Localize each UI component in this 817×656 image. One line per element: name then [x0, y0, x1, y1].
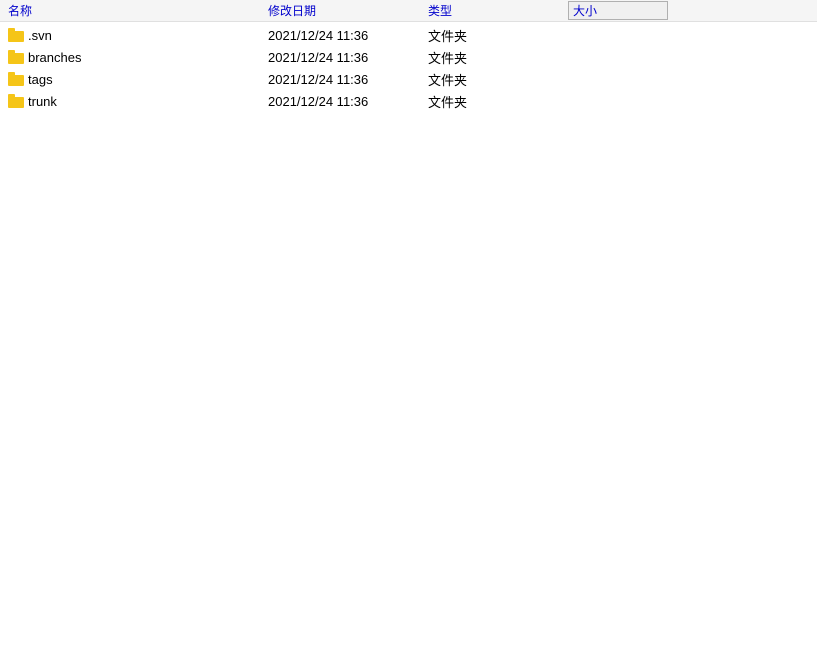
header-type[interactable]: 类型	[428, 2, 568, 19]
header-name[interactable]: 名称	[8, 2, 268, 19]
file-type-cell: 文件夹	[428, 92, 568, 111]
folder-icon	[8, 72, 24, 86]
file-name-cell: .svn	[8, 28, 268, 43]
file-explorer: 名称 修改日期 类型 大小 .svn 2021/12/24 11:36 文件夹 …	[0, 0, 817, 656]
table-row[interactable]: tags 2021/12/24 11:36 文件夹	[0, 68, 817, 90]
file-date-cell: 2021/12/24 11:36	[268, 50, 428, 65]
file-name-text: tags	[28, 72, 53, 87]
file-type-cell: 文件夹	[428, 70, 568, 89]
file-name-cell: trunk	[8, 94, 268, 109]
file-date-cell: 2021/12/24 11:36	[268, 94, 428, 109]
table-row[interactable]: .svn 2021/12/24 11:36 文件夹	[0, 24, 817, 46]
file-type-cell: 文件夹	[428, 26, 568, 45]
folder-icon	[8, 94, 24, 108]
file-name-cell: branches	[8, 50, 268, 65]
main-content: .svn 2021/12/24 11:36 文件夹 branches 2021/…	[0, 22, 817, 114]
header-date[interactable]: 修改日期	[268, 2, 428, 19]
file-name-text: trunk	[28, 94, 57, 109]
file-date-cell: 2021/12/24 11:36	[268, 28, 428, 43]
folder-icon	[8, 28, 24, 42]
header-row: 名称 修改日期 类型 大小	[0, 0, 817, 22]
file-name-text: branches	[28, 50, 81, 65]
file-date-cell: 2021/12/24 11:36	[268, 72, 428, 87]
table-row[interactable]: branches 2021/12/24 11:36 文件夹	[0, 46, 817, 68]
file-name-cell: tags	[8, 72, 268, 87]
file-list: .svn 2021/12/24 11:36 文件夹 branches 2021/…	[0, 22, 817, 114]
file-name-text: .svn	[28, 28, 52, 43]
table-row[interactable]: trunk 2021/12/24 11:36 文件夹	[0, 90, 817, 112]
folder-icon	[8, 50, 24, 64]
file-type-cell: 文件夹	[428, 48, 568, 67]
header-size[interactable]: 大小	[568, 1, 668, 20]
